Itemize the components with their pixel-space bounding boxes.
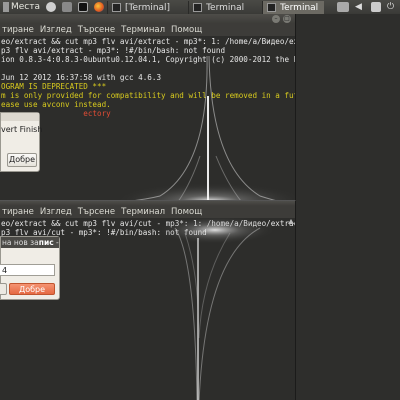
terminal-launcher-icon[interactable] (78, 2, 89, 12)
top-panel: Места [Terminal] Terminal Terminal ◀ ⏻ (0, 0, 400, 14)
terminal-icon (267, 3, 277, 12)
menu-help[interactable]: Помощ (171, 207, 202, 217)
terminal-output[interactable]: eo/extract && cut mp3 flv avi/cut - mp3*… (0, 218, 295, 400)
dialog-title-bold: пис (38, 238, 54, 247)
taskbar-item-label: Terminal (280, 2, 319, 13)
dialog-title-bar[interactable]: на нов запис - (1, 237, 59, 248)
menu-terminal[interactable]: Терминал (121, 25, 165, 35)
taskbar-item-label: Terminal (206, 2, 245, 13)
menu-search[interactable]: Търсене (78, 207, 115, 217)
terminal-line: ectory (1, 109, 111, 118)
terminal-line: OGRAM IS DEPRECATED *** (1, 82, 107, 91)
taskbar-item-1[interactable]: [Terminal] (107, 1, 174, 14)
mail-icon[interactable] (62, 2, 73, 12)
terminal-output[interactable]: eo/extract && cut mp3 flv avi/extract - … (0, 36, 295, 202)
ok-button[interactable]: Добре (9, 283, 55, 295)
terminal-window-1[interactable]: – □ тиране Изглед Търсене Терминал Помощ (0, 14, 296, 202)
dialog-title-prefix: на нов за (2, 238, 39, 247)
taskbar-item-label: [Terminal] (125, 2, 171, 13)
menu-view[interactable]: Изглед (40, 207, 72, 217)
keyboard-layout-icon[interactable] (337, 2, 349, 12)
messaging-icon[interactable] (371, 2, 381, 12)
menu-help[interactable]: Помощ (171, 25, 202, 35)
menu-view[interactable]: Изглед (40, 25, 72, 35)
ok-button[interactable]: Добре (7, 153, 37, 167)
dialog-message: vert Finish (1, 125, 43, 134)
places-label: Места (11, 2, 41, 12)
power-icon[interactable]: ⏻ (387, 2, 397, 12)
terminal-line: p3 flv avi/extract - mp3*: !#/bin/bash: … (1, 46, 226, 55)
places-menu[interactable]: Места (0, 0, 43, 14)
menu-edit[interactable]: тиране (2, 25, 34, 35)
terminal-line: eo/extract && cut mp3 flv avi/cut - mp3*… (1, 219, 295, 228)
minimize-icon[interactable]: – (272, 15, 280, 23)
desktop: ➤ (284, 14, 400, 400)
firefox-icon[interactable] (94, 2, 105, 12)
convert-dialog: vert Finish Добре (0, 112, 43, 172)
terminal-line: ion 0.8.3-4:0.8.3-0ubuntu0.12.04.1, Copy… (1, 55, 295, 64)
dialog-title-suffix: - (53, 238, 59, 247)
menu-bar: тиране Изглед Търсене Терминал Помощ (0, 24, 295, 36)
terminal-line: eo/extract && cut mp3 flv avi/extract - … (1, 37, 295, 46)
terminal-window-2[interactable]: тиране Изглед Търсене Терминал Помощ eo/… (0, 200, 296, 400)
ubuntu-one-icon[interactable] (46, 2, 57, 12)
terminal-icon (193, 3, 203, 12)
volume-icon[interactable]: ◀ (355, 2, 365, 12)
new-record-dialog: на нов запис - 4 Добре (0, 236, 60, 300)
taskbar-item-2[interactable]: Terminal (188, 1, 248, 14)
terminal-line: m is only provided for compatibility and… (1, 91, 295, 100)
maximize-icon[interactable]: □ (283, 15, 291, 23)
cancel-button[interactable] (0, 283, 7, 295)
dialog-title-bar[interactable] (1, 113, 39, 121)
value-input[interactable]: 4 (0, 264, 55, 276)
menu-terminal[interactable]: Терминал (121, 207, 165, 217)
places-icon (3, 2, 9, 12)
taskbar-item-3[interactable]: Terminal (262, 1, 325, 14)
scroll-arrow-icon[interactable] (288, 219, 294, 224)
menu-bar: тиране Изглед Търсене Терминал Помощ (0, 206, 295, 218)
title-bar[interactable]: – □ (0, 14, 295, 24)
menu-search[interactable]: Търсене (78, 25, 115, 35)
menu-edit[interactable]: тиране (2, 207, 34, 217)
title-bar[interactable] (0, 201, 295, 206)
terminal-line: Jun 12 2012 16:37:58 with gcc 4.6.3 (1, 73, 162, 82)
terminal-line: ease use avconv instead. (1, 100, 111, 109)
terminal-icon (112, 3, 122, 12)
